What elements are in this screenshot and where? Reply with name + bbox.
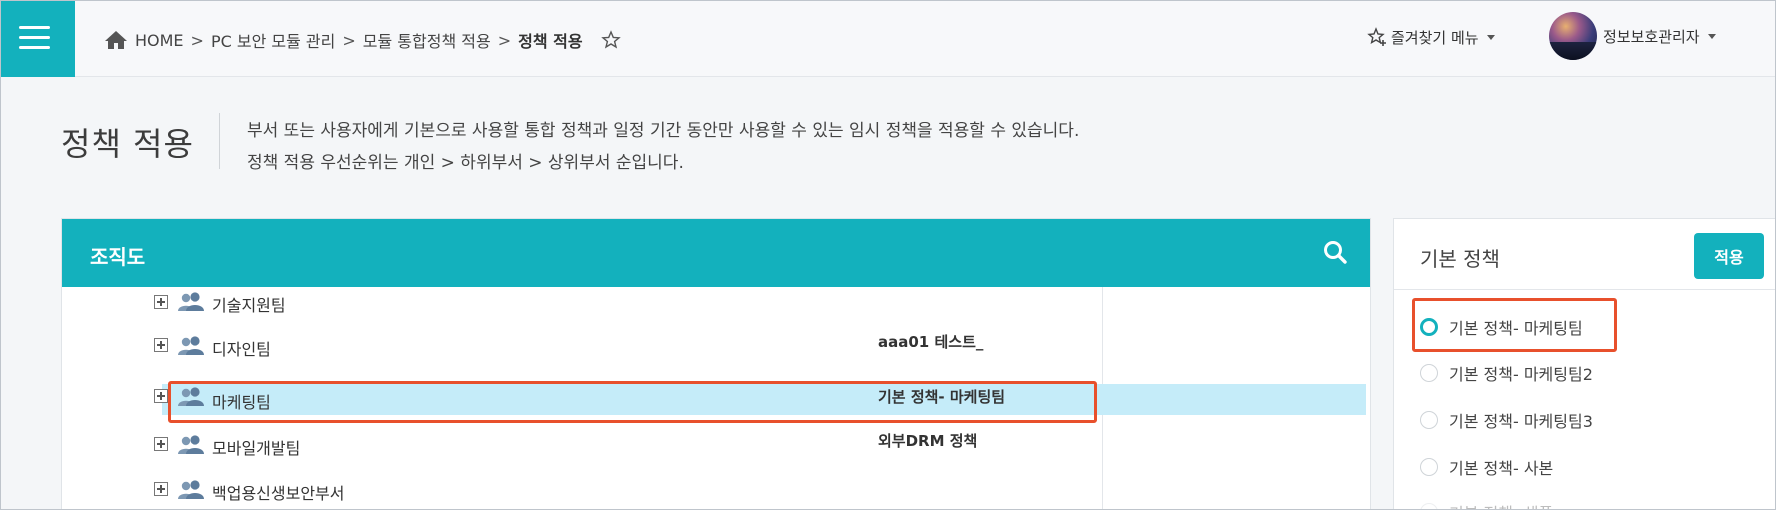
breadcrumb-home[interactable]: HOME [135, 31, 184, 50]
policy-panel: 기본 정책 적용 기본 정책- 마케팅팀 기본 정책- 마케팅팀2 기본 정책-… [1393, 218, 1775, 509]
star-icon[interactable] [600, 30, 621, 50]
breadcrumb-item-integrated-policy[interactable]: 모듈 통합정책 적용 [363, 28, 491, 52]
tree-row-policy: aaa01 테스트_ [878, 333, 984, 351]
annotation-highlight-row [168, 381, 1097, 423]
chevron-down-icon [1486, 34, 1495, 40]
annotation-highlight-option [1412, 298, 1617, 352]
tree-row[interactable]: 기술지원팀 [62, 287, 1372, 333]
expand-icon[interactable] [154, 389, 168, 403]
breadcrumb: HOME > PC 보안 모듈 관리 > 모듈 통합정책 적용 > 정책 적용 [103, 27, 621, 53]
org-chart-panel: 조직도 기술지원팀 디자인팀 aaa01 테스트_ 마케팅팀 기본 정책- 마케… [61, 218, 1372, 509]
favorites-menu-label: 즐겨찾기 메뉴 [1391, 28, 1479, 47]
policy-option-label: 기본 정책- 사본 [1449, 459, 1554, 478]
user-name: 정보보호관리자 [1603, 27, 1700, 46]
user-menu[interactable]: 정보보호관리자 [1549, 11, 1716, 61]
hamburger-line [19, 36, 50, 39]
breadcrumb-separator: > [342, 30, 356, 50]
expand-icon[interactable] [154, 338, 168, 352]
group-icon [178, 336, 204, 355]
hamburger-menu-button[interactable] [1, 1, 75, 77]
avatar [1549, 12, 1597, 60]
tree-row-name: 백업용신생보안부서 [212, 484, 345, 503]
search-icon[interactable] [1322, 239, 1348, 265]
expand-icon[interactable] [154, 295, 168, 309]
org-chart-title: 조직도 [90, 245, 146, 269]
apply-button[interactable]: 적용 [1694, 233, 1764, 279]
tree-row-name: 모바일개발팀 [212, 439, 301, 458]
breadcrumb-current: 정책 적용 [518, 32, 583, 51]
home-icon[interactable] [103, 29, 129, 51]
divider [1394, 289, 1775, 290]
page-title: 정책 적용 [61, 125, 194, 163]
favorites-menu[interactable]: 즐겨찾기 메뉴 [1367, 25, 1495, 49]
description-line-2: 정책 적용 우선순위는 개인 > 하위부서 > 상위부서 순입니다. [247, 153, 684, 173]
group-icon [178, 435, 204, 454]
group-icon [178, 480, 204, 499]
policy-option-label: 기본 정책- 샘플 [1449, 500, 1553, 509]
app-window: HOME > PC 보안 모듈 관리 > 모듈 통합정책 적용 > 정책 적용 … [0, 0, 1776, 510]
policy-panel-title: 기본 정책 [1420, 247, 1500, 271]
policy-option-label: 기본 정책- 마케팅팀2 [1449, 365, 1593, 384]
top-bar: HOME > PC 보안 모듈 관리 > 모듈 통합정책 적용 > 정책 적용 … [1, 1, 1775, 77]
expand-icon[interactable] [154, 482, 168, 496]
radio[interactable] [1420, 458, 1438, 476]
breadcrumb-item-pc-security[interactable]: PC 보안 모듈 관리 [211, 28, 335, 52]
group-icon [178, 292, 204, 311]
title-divider [219, 113, 220, 169]
chevron-down-icon [1707, 33, 1716, 39]
hamburger-line [19, 46, 50, 49]
policy-option-label: 기본 정책- 마케팅팀3 [1449, 412, 1593, 431]
hamburger-line [19, 26, 50, 29]
policy-option[interactable]: 기본 정책- 마케팅팀3 [1420, 407, 1593, 433]
expand-icon[interactable] [154, 437, 168, 451]
policy-option[interactable]: 기본 정책- 마케팅팀2 [1420, 360, 1593, 386]
tree-row-policy: 외부DRM 정책 [878, 432, 978, 450]
org-chart-header: 조직도 [62, 219, 1370, 287]
breadcrumb-separator: > [497, 30, 512, 50]
tree-row[interactable]: 백업용신생보안부서 [62, 477, 1372, 509]
tree-row-name: 디자인팀 [212, 340, 271, 359]
page-description: 부서 또는 사용자에게 기본으로 사용할 통합 정책과 일정 기간 동안만 사용… [247, 115, 1079, 179]
breadcrumb-separator: > [190, 30, 204, 50]
policy-option[interactable]: 기본 정책- 사본 [1420, 454, 1553, 480]
star-plus-icon [1367, 27, 1386, 46]
tree-row[interactable]: 모바일개발팀 외부DRM 정책 [62, 430, 1372, 476]
tree-row-name: 기술지원팀 [212, 296, 286, 315]
description-line-1: 부서 또는 사용자에게 기본으로 사용할 통합 정책과 일정 기간 동안만 사용… [247, 121, 1080, 141]
policy-option[interactable]: 기본 정책- 샘플 [1420, 499, 1553, 509]
radio[interactable] [1420, 411, 1438, 429]
radio[interactable] [1420, 364, 1438, 382]
radio[interactable] [1420, 503, 1438, 509]
tree-row[interactable]: 디자인팀 aaa01 테스트_ [62, 333, 1372, 379]
